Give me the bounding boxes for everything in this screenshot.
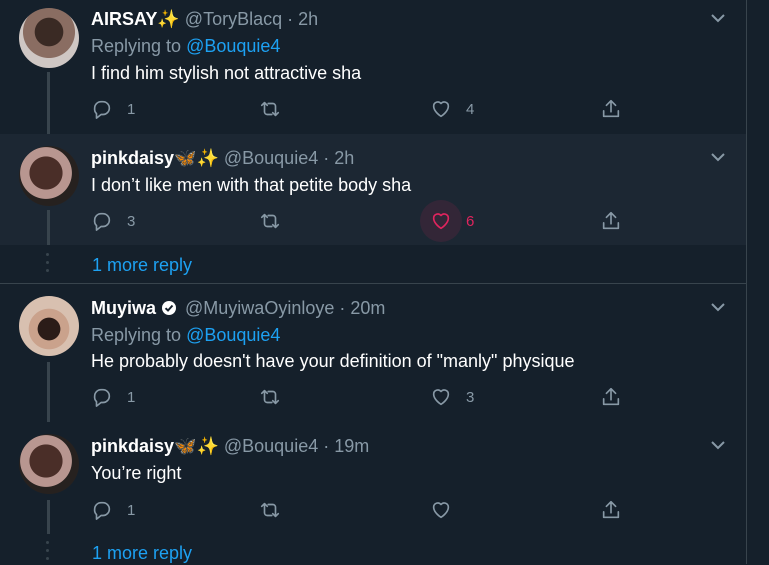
reply-icon <box>93 388 111 407</box>
tweet-text: I don’t like men with that petite body s… <box>91 175 412 195</box>
chevron-down-icon[interactable] <box>709 151 727 163</box>
tweet-4[interactable]: pinkdaisy🦋✨ @Bouquie4 · 19m You’re right… <box>0 422 746 534</box>
reply-icon <box>93 501 111 520</box>
reply-button[interactable]: 1 <box>91 97 135 121</box>
share-button[interactable] <box>600 97 622 121</box>
verified-badge-icon <box>162 301 177 315</box>
reply-icon <box>93 100 111 119</box>
share-icon <box>602 387 620 406</box>
replying-to: Replying to @Bouquie4 <box>91 36 281 56</box>
like-count: 6 <box>466 212 475 230</box>
handle-time[interactable]: @MuyiwaOyinloye · 20m <box>185 298 385 318</box>
tweet-actions: 1 3 <box>91 385 651 409</box>
heart-icon <box>432 213 450 230</box>
share-icon <box>602 211 620 230</box>
name-emoji: 🦋✨ <box>174 148 219 168</box>
retweet-button[interactable] <box>259 209 281 233</box>
tweet-header: pinkdaisy🦋✨ @Bouquie4 · 19m <box>91 436 369 457</box>
heart-icon <box>432 389 450 406</box>
display-name[interactable]: Muyiwa <box>91 298 156 318</box>
heart-icon <box>432 502 450 519</box>
heart-icon <box>432 101 450 118</box>
name-emoji: ✨ <box>157 9 180 29</box>
tweet-3[interactable]: Muyiwa @MuyiwaOyinloye · 20m Replying to… <box>0 284 746 422</box>
reply-button[interactable]: 1 <box>91 385 135 409</box>
more-replies-row[interactable]: 1 more reply <box>0 533 746 564</box>
handle-time[interactable]: @Bouquie4 · 19m <box>224 436 369 456</box>
tweet-text: You’re right <box>91 463 182 483</box>
tweet-header: Muyiwa @MuyiwaOyinloye · 20m <box>91 298 385 319</box>
thread-dots <box>46 541 49 565</box>
reply-button[interactable]: 3 <box>91 209 135 233</box>
avatar[interactable] <box>19 296 79 356</box>
reply-icon <box>93 212 111 231</box>
chevron-down-icon[interactable] <box>709 439 727 451</box>
like-button[interactable]: 4 <box>430 97 474 121</box>
share-icon <box>602 500 620 519</box>
display-name[interactable]: pinkdaisy <box>91 436 174 456</box>
replying-to-link[interactable]: @Bouquie4 <box>186 36 280 56</box>
retweet-icon <box>260 502 280 518</box>
like-count: 3 <box>466 388 475 406</box>
column-border <box>746 0 747 564</box>
thread-line <box>47 362 50 422</box>
avatar[interactable] <box>19 146 79 206</box>
more-replies-link[interactable]: 1 more reply <box>92 255 192 276</box>
like-button[interactable]: 6 <box>420 200 475 242</box>
retweet-button[interactable] <box>259 97 281 121</box>
tweet-2[interactable]: pinkdaisy🦋✨ @Bouquie4 · 2h I don’t like … <box>0 134 746 245</box>
share-button[interactable] <box>600 209 622 233</box>
retweet-icon <box>260 213 280 229</box>
tweet-1[interactable]: AIRSAY✨ @ToryBlacq · 2h Replying to @Bou… <box>0 0 746 134</box>
replying-to-link[interactable]: @Bouquie4 <box>186 325 280 345</box>
display-name[interactable]: AIRSAY <box>91 9 157 29</box>
chevron-down-icon[interactable] <box>709 301 727 313</box>
handle-time[interactable]: @Bouquie4 · 2h <box>224 148 354 168</box>
replying-to: Replying to @Bouquie4 <box>91 325 281 345</box>
share-button[interactable] <box>600 385 622 409</box>
retweet-button[interactable] <box>259 498 281 522</box>
reply-button[interactable]: 1 <box>91 498 135 522</box>
tweet-text: He probably doesn't have your definition… <box>91 351 575 371</box>
avatar[interactable] <box>19 8 79 68</box>
thread-line <box>47 500 50 534</box>
handle-time[interactable]: @ToryBlacq · 2h <box>185 9 318 29</box>
tweet-actions: 3 6 <box>91 200 651 242</box>
reply-count: 3 <box>127 212 136 230</box>
thread-line <box>47 210 50 245</box>
share-icon <box>602 99 620 118</box>
reply-count: 1 <box>127 388 136 406</box>
tweet-header: pinkdaisy🦋✨ @Bouquie4 · 2h <box>91 148 354 169</box>
retweet-button[interactable] <box>259 385 281 409</box>
tweet-text: I find him stylish not attractive sha <box>91 63 362 83</box>
retweet-icon <box>260 389 280 405</box>
tweet-actions: 1 <box>91 498 651 522</box>
display-name[interactable]: pinkdaisy <box>91 148 174 168</box>
tweet-actions: 1 4 <box>91 97 651 121</box>
reply-count: 1 <box>127 501 136 519</box>
thread-dots <box>46 253 49 277</box>
share-button[interactable] <box>600 498 622 522</box>
avatar[interactable] <box>19 434 79 494</box>
reply-count: 1 <box>127 100 136 118</box>
like-count: 4 <box>466 100 475 118</box>
retweet-icon <box>260 101 280 117</box>
like-button[interactable] <box>430 498 452 522</box>
thread-line <box>47 72 50 134</box>
name-emoji: 🦋✨ <box>174 436 219 456</box>
like-button[interactable]: 3 <box>430 385 474 409</box>
chevron-down-icon[interactable] <box>709 12 727 24</box>
tweet-header: AIRSAY✨ @ToryBlacq · 2h <box>91 9 318 30</box>
more-replies-link[interactable]: 1 more reply <box>92 543 192 564</box>
